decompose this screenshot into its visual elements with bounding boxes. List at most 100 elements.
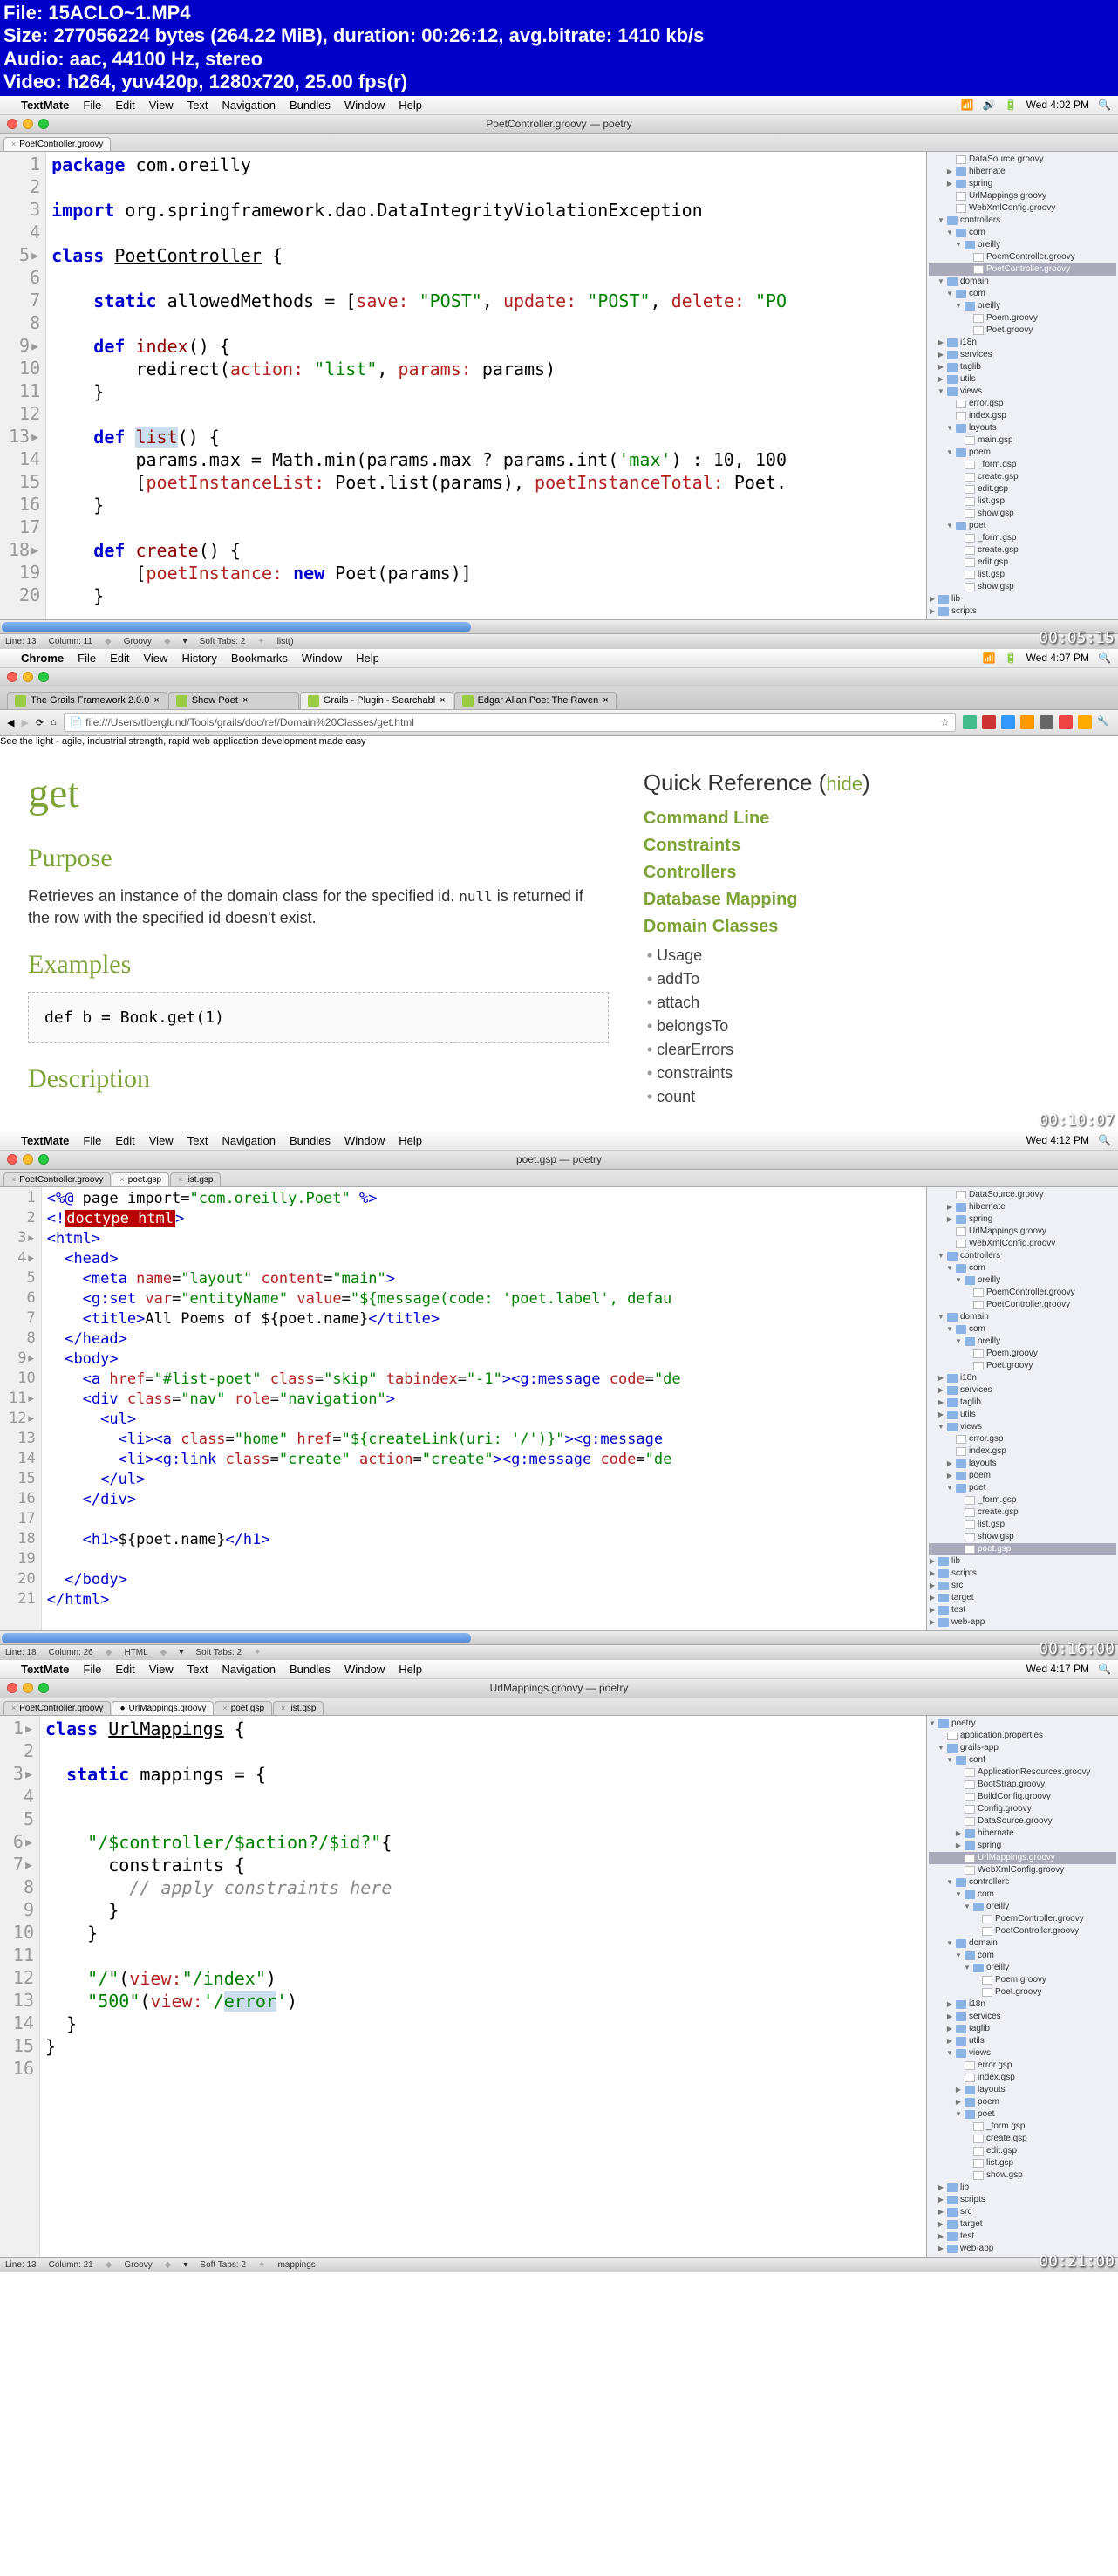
- tree-node[interactable]: ▶spring: [929, 1840, 1116, 1852]
- tree-node[interactable]: ▼poet: [929, 520, 1116, 532]
- tree-node[interactable]: ▶poem: [929, 1470, 1116, 1482]
- menu-file[interactable]: File: [78, 652, 96, 665]
- forward-button[interactable]: ▶: [21, 717, 28, 728]
- tree-node[interactable]: ▼domain: [929, 1311, 1116, 1323]
- tree-node[interactable]: DataSource.groovy: [929, 1815, 1116, 1828]
- chevron-right-icon[interactable]: ▶: [937, 1411, 944, 1418]
- editor-tab-bar[interactable]: ×PoetController.groovy ●UrlMappings.groo…: [0, 1698, 1118, 1716]
- tree-node[interactable]: ▶taglib: [929, 2023, 1116, 2035]
- tree-node[interactable]: ▼views: [929, 386, 1116, 398]
- tree-node[interactable]: ▶lib: [929, 593, 1116, 605]
- menu-view[interactable]: View: [149, 1663, 174, 1676]
- editor-tab[interactable]: ×PoetController.groovy: [3, 1701, 111, 1715]
- tree-node[interactable]: ▶utils: [929, 2035, 1116, 2047]
- tree-node[interactable]: PoetController.groovy: [929, 263, 1116, 276]
- extension-icon[interactable]: [1001, 715, 1015, 729]
- chevron-right-icon[interactable]: ▶: [955, 1829, 962, 1837]
- clock[interactable]: Wed 4:02 PM: [1026, 99, 1089, 111]
- qr-item[interactable]: addTo: [647, 967, 1090, 991]
- menu-bundles[interactable]: Bundles: [290, 1663, 331, 1676]
- battery-icon[interactable]: 🔋: [1005, 652, 1018, 664]
- chevron-down-icon[interactable]: ▼: [955, 1337, 962, 1345]
- tree-node[interactable]: ▶test: [929, 2231, 1116, 2243]
- tree-node[interactable]: create.gsp: [929, 471, 1116, 483]
- chevron-right-icon[interactable]: ▶: [937, 2196, 944, 2204]
- code-editor[interactable]: package com.oreilly import org.springfra…: [46, 152, 926, 619]
- editor-tab[interactable]: ×PoetController.groovy: [3, 137, 111, 151]
- minimize-icon[interactable]: [23, 1154, 33, 1165]
- chevron-down-icon[interactable]: ▼: [937, 277, 944, 285]
- chevron-right-icon[interactable]: ▶: [955, 2086, 962, 2094]
- tree-node[interactable]: UrlMappings.groovy: [929, 1852, 1116, 1864]
- menu-view[interactable]: View: [143, 652, 167, 665]
- chevron-right-icon[interactable]: ▶: [937, 338, 944, 346]
- menu-window[interactable]: Window: [302, 652, 342, 665]
- mac-menubar[interactable]: TextMate File Edit View Text Navigation …: [0, 1131, 1118, 1151]
- project-tree[interactable]: DataSource.groovy▶hibernate▶springUrlMap…: [926, 152, 1118, 619]
- chevron-down-icon[interactable]: ▼: [937, 1313, 944, 1321]
- scroll-thumb[interactable]: [2, 622, 471, 632]
- tree-node[interactable]: ▶layouts: [929, 1458, 1116, 1470]
- tree-node[interactable]: show.gsp: [929, 2169, 1116, 2182]
- tree-node[interactable]: ▼views: [929, 2047, 1116, 2060]
- traffic-lights[interactable]: [7, 672, 49, 682]
- chevron-down-icon[interactable]: ▼: [955, 302, 962, 310]
- tree-node[interactable]: ▼poem: [929, 447, 1116, 459]
- project-tree[interactable]: ▼poetryapplication.properties▼grails-app…: [926, 1716, 1118, 2257]
- menu-help[interactable]: Help: [399, 1134, 422, 1147]
- tree-node[interactable]: DataSource.groovy: [929, 154, 1116, 166]
- tree-node[interactable]: list.gsp: [929, 569, 1116, 581]
- horizontal-scrollbar[interactable]: [0, 1630, 1118, 1644]
- tree-node[interactable]: ▼poet: [929, 2108, 1116, 2121]
- qr-item[interactable]: constraints: [647, 1062, 1090, 1085]
- mac-menubar[interactable]: TextMate File Edit View Text Navigation …: [0, 1660, 1118, 1679]
- qr-item[interactable]: count: [647, 1085, 1090, 1109]
- tree-node[interactable]: _form.gsp: [929, 532, 1116, 544]
- qr-item[interactable]: belongsTo: [647, 1015, 1090, 1038]
- menu-bundles[interactable]: Bundles: [290, 99, 331, 112]
- chevron-down-icon[interactable]: ▼: [946, 1325, 953, 1333]
- chevron-right-icon[interactable]: ▶: [937, 2245, 944, 2252]
- chevron-down-icon[interactable]: ▼: [937, 1744, 944, 1752]
- tree-node[interactable]: ▶taglib: [929, 1397, 1116, 1409]
- tree-node[interactable]: ▼views: [929, 1421, 1116, 1433]
- tree-node[interactable]: ▶test: [929, 1604, 1116, 1616]
- tree-node[interactable]: ▶scripts: [929, 1568, 1116, 1580]
- clock[interactable]: Wed 4:07 PM: [1026, 652, 1089, 664]
- window-titlebar[interactable]: poet.gsp — poetry: [0, 1151, 1118, 1170]
- tree-node[interactable]: ▶services: [929, 1384, 1116, 1397]
- close-icon[interactable]: [7, 672, 17, 682]
- qr-category[interactable]: Constraints: [644, 836, 1090, 856]
- tree-node[interactable]: _form.gsp: [929, 2121, 1116, 2133]
- chevron-right-icon[interactable]: ▶: [929, 1582, 936, 1589]
- tree-node[interactable]: ▶scripts: [929, 2194, 1116, 2206]
- project-tree[interactable]: DataSource.groovy▶hibernate▶springUrlMap…: [926, 1187, 1118, 1630]
- tree-node[interactable]: ▼oreilly: [929, 1901, 1116, 1913]
- home-button[interactable]: ⌂: [51, 717, 57, 728]
- tree-node[interactable]: error.gsp: [929, 398, 1116, 410]
- menu-navigation[interactable]: Navigation: [222, 99, 276, 112]
- tree-node[interactable]: ▶web-app: [929, 1616, 1116, 1629]
- tree-node[interactable]: show.gsp: [929, 1531, 1116, 1543]
- wifi-icon[interactable]: 📶: [961, 99, 974, 111]
- chevron-right-icon[interactable]: ▶: [946, 2000, 953, 2008]
- tree-node[interactable]: PoemController.groovy: [929, 1287, 1116, 1299]
- editor-statusbar[interactable]: Line: 18 Column: 26 ◆ HTML ◆▾ Soft Tabs:…: [0, 1644, 1118, 1660]
- menu-bundles[interactable]: Bundles: [290, 1134, 331, 1147]
- tree-node[interactable]: ▶lib: [929, 1555, 1116, 1568]
- chevron-down-icon[interactable]: ▼: [946, 1264, 953, 1272]
- chevron-down-icon[interactable]: ▼: [955, 241, 962, 249]
- close-icon[interactable]: [7, 1154, 17, 1165]
- tree-node[interactable]: ▶target: [929, 2218, 1116, 2231]
- tree-node[interactable]: DataSource.groovy: [929, 1189, 1116, 1201]
- menu-window[interactable]: Window: [344, 1134, 385, 1147]
- chevron-right-icon[interactable]: ▶: [937, 2208, 944, 2216]
- chevron-down-icon[interactable]: ▼: [946, 522, 953, 530]
- volume-icon[interactable]: 🔊: [983, 99, 996, 111]
- chevron-right-icon[interactable]: ▶: [946, 180, 953, 188]
- tree-node[interactable]: ▶src: [929, 1580, 1116, 1592]
- tree-node[interactable]: ▼layouts: [929, 422, 1116, 434]
- minimize-icon[interactable]: [23, 119, 33, 129]
- tree-node[interactable]: _form.gsp: [929, 459, 1116, 471]
- hide-link[interactable]: hide: [826, 773, 862, 795]
